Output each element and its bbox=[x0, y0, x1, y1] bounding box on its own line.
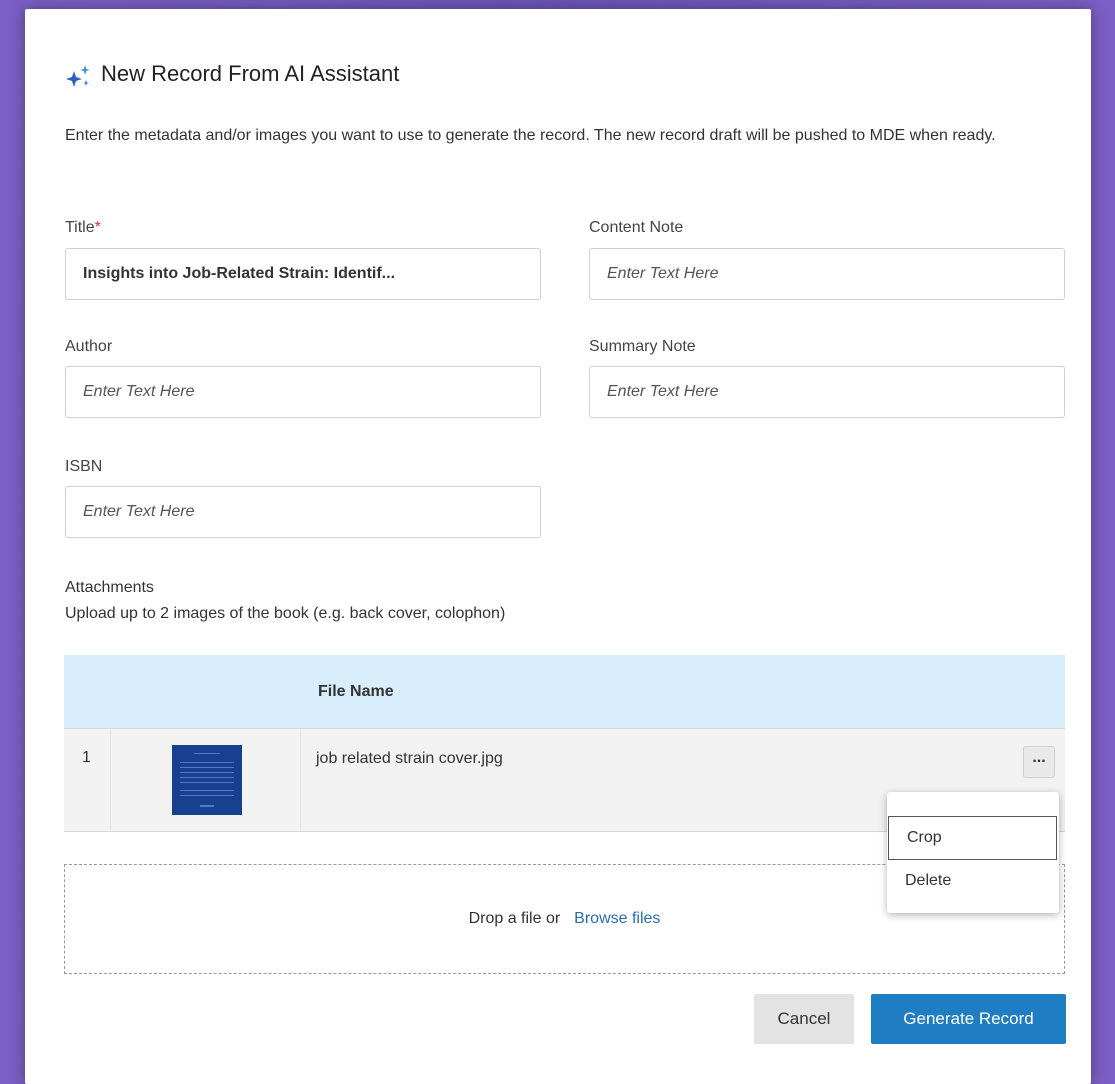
column-file-name: File Name bbox=[318, 682, 394, 700]
row-more-actions-button[interactable]: ... bbox=[1023, 746, 1055, 778]
title-label-text: Title bbox=[65, 219, 95, 236]
title-label: Title* bbox=[65, 219, 101, 237]
author-label: Author bbox=[65, 338, 113, 355]
title-field-value: Insights into Job-Related Strain: Identi… bbox=[83, 265, 396, 282]
table-header: File Name bbox=[64, 655, 1065, 728]
thumb-line bbox=[180, 772, 234, 773]
row-file-name: job related strain cover.jpg bbox=[316, 750, 503, 767]
attachments-section-label: Attachments Upload up to 2 images of the… bbox=[65, 575, 505, 627]
dialog-title: New Record From AI Assistant bbox=[101, 61, 400, 86]
row-actions-menu: Crop Delete bbox=[887, 792, 1059, 913]
thumb-line bbox=[180, 790, 234, 791]
new-record-dialog: New Record From AI Assistant Enter the m… bbox=[25, 9, 1091, 1084]
menu-item-crop[interactable]: Crop bbox=[888, 816, 1057, 860]
thumb-line bbox=[180, 767, 234, 768]
generate-record-button[interactable]: Generate Record bbox=[871, 994, 1066, 1044]
thumb-line bbox=[194, 753, 220, 754]
dropzone-text: Drop a file or bbox=[468, 910, 561, 927]
thumb-line bbox=[180, 782, 234, 783]
author-placeholder: Enter Text Here bbox=[83, 383, 195, 400]
content-note-label: Content Note bbox=[589, 219, 684, 236]
book-cover-thumbnail bbox=[172, 745, 242, 815]
menu-item-delete[interactable]: Delete bbox=[887, 859, 1059, 903]
attachments-label: Attachments bbox=[65, 579, 154, 596]
isbn-placeholder: Enter Text Here bbox=[83, 503, 195, 520]
summary-note-label: Summary Note bbox=[589, 338, 696, 355]
thumb-line bbox=[180, 795, 234, 796]
row-index: 1 bbox=[64, 729, 111, 831]
thumb-line bbox=[180, 762, 234, 763]
dialog-header: New Record From AI Assistant bbox=[65, 57, 399, 91]
content-note-field[interactable]: Enter Text Here bbox=[589, 248, 1065, 300]
attachments-hint: Upload up to 2 images of the book (e.g. … bbox=[65, 605, 506, 622]
isbn-label: ISBN bbox=[65, 458, 103, 475]
isbn-field[interactable]: Enter Text Here bbox=[65, 486, 541, 538]
cancel-button[interactable]: Cancel bbox=[754, 994, 854, 1044]
title-field[interactable]: Insights into Job-Related Strain: Identi… bbox=[65, 248, 541, 300]
ai-sparkle-icon bbox=[66, 65, 90, 87]
author-field[interactable]: Enter Text Here bbox=[65, 366, 541, 418]
browse-files-link[interactable]: Browse files bbox=[574, 910, 660, 928]
summary-note-field[interactable]: Enter Text Here bbox=[589, 366, 1065, 418]
content-note-placeholder: Enter Text Here bbox=[607, 265, 719, 282]
summary-note-placeholder: Enter Text Here bbox=[607, 383, 719, 400]
required-mark: * bbox=[94, 219, 101, 236]
thumb-line bbox=[200, 805, 214, 807]
thumb-line bbox=[180, 777, 234, 778]
dialog-intro-text: Enter the metadata and/or images you wan… bbox=[65, 127, 996, 144]
row-thumbnail-cell bbox=[111, 729, 301, 831]
